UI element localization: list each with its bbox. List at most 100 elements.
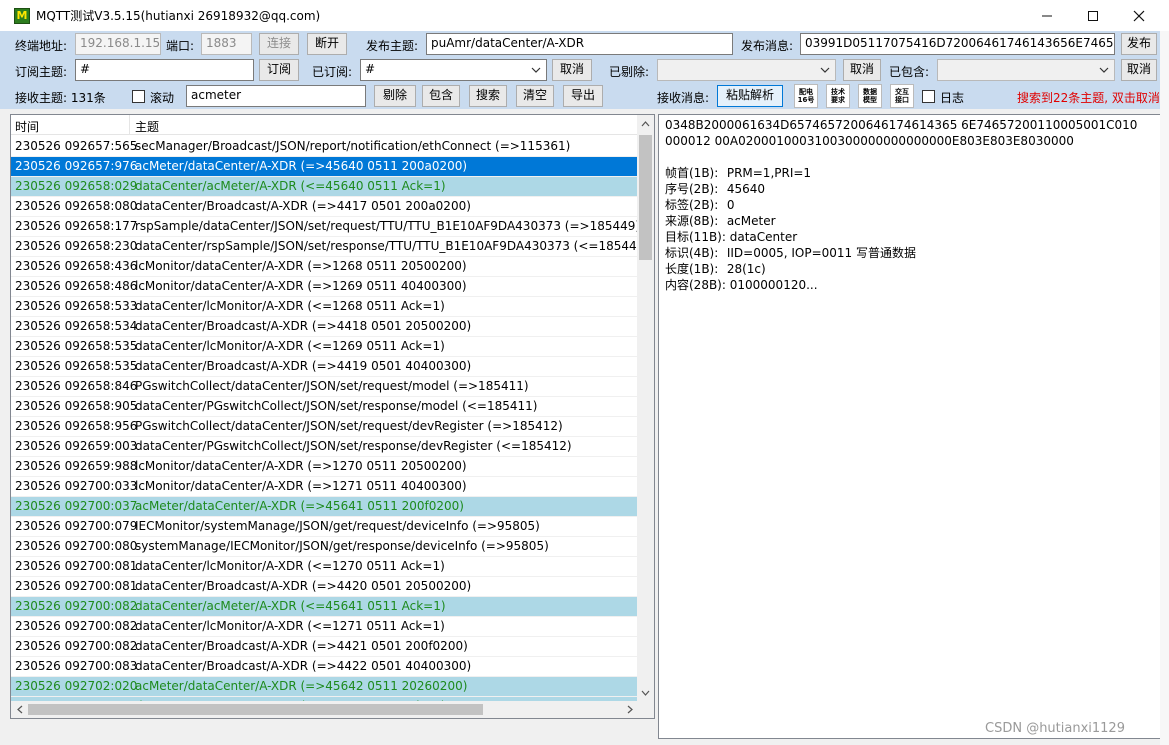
removed-dropdown[interactable] — [657, 59, 836, 81]
vertical-scrollbar[interactable] — [637, 115, 654, 701]
subscribe-topic-input[interactable]: # — [75, 59, 254, 81]
horizontal-scrollbar[interactable] — [11, 701, 638, 718]
row-time: 230526 092657:565 — [15, 139, 138, 153]
search-button[interactable]: 搜索 — [469, 85, 507, 107]
receive-row: 接收主题: 131条 滚动 acmeter 剔除 包含 搜索 清空 导出 接收消… — [0, 84, 1160, 109]
row-topic: dataCenter/Broadcast/A-XDR (=>4417 0501 … — [135, 199, 471, 213]
row-topic: dataCenter/Broadcast/A-XDR (=>4418 0501 … — [135, 319, 472, 333]
table-row[interactable]: 230526 092700:033 lcMonitor/dataCenter/A-… — [11, 477, 638, 497]
table-row[interactable]: 230526 092700:082 dataCenter/lcMonitor/A-… — [11, 617, 638, 637]
address-label: 终端地址: — [15, 39, 68, 53]
distribution-doc-icon[interactable]: 配电 16号 — [794, 84, 818, 108]
minimize-icon[interactable] — [1024, 0, 1070, 31]
detail-field: 目标(11B): dataCenter — [665, 229, 1154, 245]
clear-button[interactable]: 清空 — [516, 85, 554, 107]
cancel-included-button[interactable]: 取消 — [1121, 59, 1157, 81]
paste-parse-button[interactable]: 粘贴解析 — [717, 85, 783, 107]
exclude-button[interactable]: 剔除 — [374, 85, 416, 107]
cancel-removed-button[interactable]: 取消 — [843, 59, 881, 81]
removed-label: 已剔除: — [609, 65, 650, 79]
message-list[interactable]: 时间 主题 230526 092657:565 secManager/Broadc… — [10, 114, 655, 719]
row-time: 230526 092700:080 — [15, 539, 138, 553]
scroll-left-icon[interactable] — [11, 701, 28, 718]
table-row[interactable]: 230526 092658:905 dataCenter/PGswitchColl… — [11, 397, 638, 417]
row-topic: dataCenter/acMeter/A-XDR (<=45641 0511 A… — [135, 599, 446, 613]
subscribed-dropdown[interactable]: # — [360, 59, 547, 81]
included-dropdown[interactable] — [937, 59, 1115, 81]
address-field[interactable]: 192.168.1.153 — [75, 33, 161, 55]
row-topic: acMeter/dataCenter/A-XDR (=>45640 0511 2… — [135, 159, 468, 173]
scroll-checkbox[interactable] — [132, 90, 145, 103]
table-row[interactable]: 230526 092700:080 systemManage/IECMonitor… — [11, 537, 638, 557]
field-key: 标识(4B): — [665, 246, 719, 260]
table-row[interactable]: 230526 092659:988 lcMonitor/dataCenter/A-… — [11, 457, 638, 477]
row-topic: dataCenter/PGswitchCollect/JSON/set/resp… — [135, 399, 538, 413]
table-row[interactable]: 230526 092658:846 PGswitchCollect/dataCen… — [11, 377, 638, 397]
table-row[interactable]: 230526 092658:535 dataCenter/lcMonitor/A-… — [11, 337, 638, 357]
cancel-subscribed-button[interactable]: 取消 — [552, 59, 592, 81]
row-topic: dataCenter/lcMonitor/A-XDR (<=1271 0511 … — [135, 619, 445, 633]
column-topic[interactable]: 主题 — [135, 118, 159, 135]
table-row[interactable]: 230526 092658:080 dataCenter/Broadcast/A-… — [11, 197, 638, 217]
table-row[interactable]: 230526 092657:976 acMeter/dataCenter/A-XD… — [11, 157, 638, 177]
row-topic: dataCenter/Broadcast/A-XDR (=>4419 0501 … — [135, 359, 472, 373]
log-checkbox[interactable] — [922, 90, 935, 103]
table-row[interactable]: 230526 092700:079 IECMonitor/systemManage… — [11, 517, 638, 537]
row-time: 230526 092702:020 — [15, 679, 138, 693]
tech-requirements-icon[interactable]: 技术 要求 — [826, 84, 850, 108]
table-row[interactable]: 230526 092700:083 dataCenter/Broadcast/A-… — [11, 657, 638, 677]
table-row[interactable]: 230526 092657:565 secManager/Broadcast/JS… — [11, 137, 638, 157]
table-row[interactable]: 230526 092700:082 dataCenter/Broadcast/A-… — [11, 637, 638, 657]
filter-input[interactable]: acmeter — [186, 85, 366, 107]
disconnect-button[interactable]: 断开 — [307, 33, 347, 55]
horizontal-scroll-thumb[interactable] — [28, 704, 483, 715]
table-row[interactable]: 230526 092658:533 dataCenter/lcMonitor/A-… — [11, 297, 638, 317]
table-row[interactable]: 230526 092658:029 dataCenter/acMeter/A-XD… — [11, 177, 638, 197]
row-topic: acMeter/dataCenter/A-XDR (=>45642 0511 2… — [135, 679, 468, 693]
subscribe-button[interactable]: 订阅 — [259, 59, 299, 81]
publish-message-input[interactable]: 03991D05117075416D72006461746143656E7465… — [800, 33, 1115, 55]
row-time: 230526 092658:533 — [15, 299, 138, 313]
table-row[interactable]: 230526 092700:082 dataCenter/acMeter/A-XD… — [11, 597, 638, 617]
field-value: acMeter — [726, 214, 776, 228]
interface-icon[interactable]: 交互 接口 — [890, 84, 914, 108]
field-value: PRM=1,PRI=1 — [726, 166, 812, 180]
close-icon[interactable] — [1116, 0, 1162, 31]
scroll-thumb[interactable] — [639, 135, 652, 260]
table-row[interactable]: 230526 092658:956 PGswitchCollect/dataCen… — [11, 417, 638, 437]
table-row[interactable]: 230526 092658:535 dataCenter/Broadcast/A-… — [11, 357, 638, 377]
table-row[interactable]: 230526 092658:436 lcMonitor/dataCenter/A-… — [11, 257, 638, 277]
field-value: 45640 — [726, 182, 766, 196]
table-row[interactable]: 230526 092702:020 acMeter/dataCenter/A-XD… — [11, 677, 638, 697]
field-value: dataCenter — [729, 230, 798, 244]
port-field[interactable]: 1883 — [201, 33, 252, 55]
parsed-fields: 帧首(1B): PRM=1,PRI=1 序号(2B): 45640 标签(2B): … — [665, 165, 1154, 293]
table-row[interactable]: 230526 092659:003 dataCenter/PGswitchColl… — [11, 437, 638, 457]
message-detail[interactable]: 0348B2000061634D6574657200646174614365 6… — [658, 114, 1161, 739]
scroll-corner — [637, 701, 654, 718]
data-model-icon[interactable]: 数据 模型 — [858, 84, 882, 108]
scroll-right-icon[interactable] — [621, 701, 638, 718]
scroll-down-icon[interactable] — [637, 684, 654, 701]
title-bar: M MQTT测试V3.5.15(hutianxi 26918932@qq.com… — [0, 0, 1169, 31]
table-row[interactable]: 230526 092700:037 acMeter/dataCenter/A-XD… — [11, 497, 638, 517]
include-button[interactable]: 包含 — [422, 85, 460, 107]
table-row[interactable]: 230526 092658:534 dataCenter/Broadcast/A-… — [11, 317, 638, 337]
scroll-up-icon[interactable] — [637, 115, 654, 132]
row-topic: dataCenter/rspSample/JSON/set/response/T… — [135, 239, 649, 253]
row-topic: PGswitchCollect/dataCenter/JSON/set/requ… — [135, 379, 529, 393]
table-row[interactable]: 230526 092658:486 lcMonitor/dataCenter/A-… — [11, 277, 638, 297]
publish-button[interactable]: 发布 — [1121, 33, 1157, 55]
field-key: 标签(2B): — [665, 198, 719, 212]
connect-button[interactable]: 连接 — [259, 33, 299, 55]
table-row[interactable]: 230526 092700:081 dataCenter/Broadcast/A-… — [11, 577, 638, 597]
table-row[interactable]: 230526 092658:177 rspSample/dataCenter/JS… — [11, 217, 640, 237]
search-result-text[interactable]: 搜索到22条主题, 双击取消 — [1017, 89, 1160, 106]
table-row[interactable]: 230526 092658:230 dataCenter/rspSample/JS… — [11, 237, 649, 257]
publish-topic-input[interactable]: puAmr/dataCenter/A-XDR — [426, 33, 733, 55]
column-time[interactable]: 时间 — [15, 118, 39, 135]
row-time: 230526 092658:177 — [15, 219, 138, 233]
table-row[interactable]: 230526 092700:081 dataCenter/lcMonitor/A-… — [11, 557, 638, 577]
maximize-icon[interactable] — [1070, 0, 1116, 31]
export-button[interactable]: 导出 — [563, 85, 603, 107]
